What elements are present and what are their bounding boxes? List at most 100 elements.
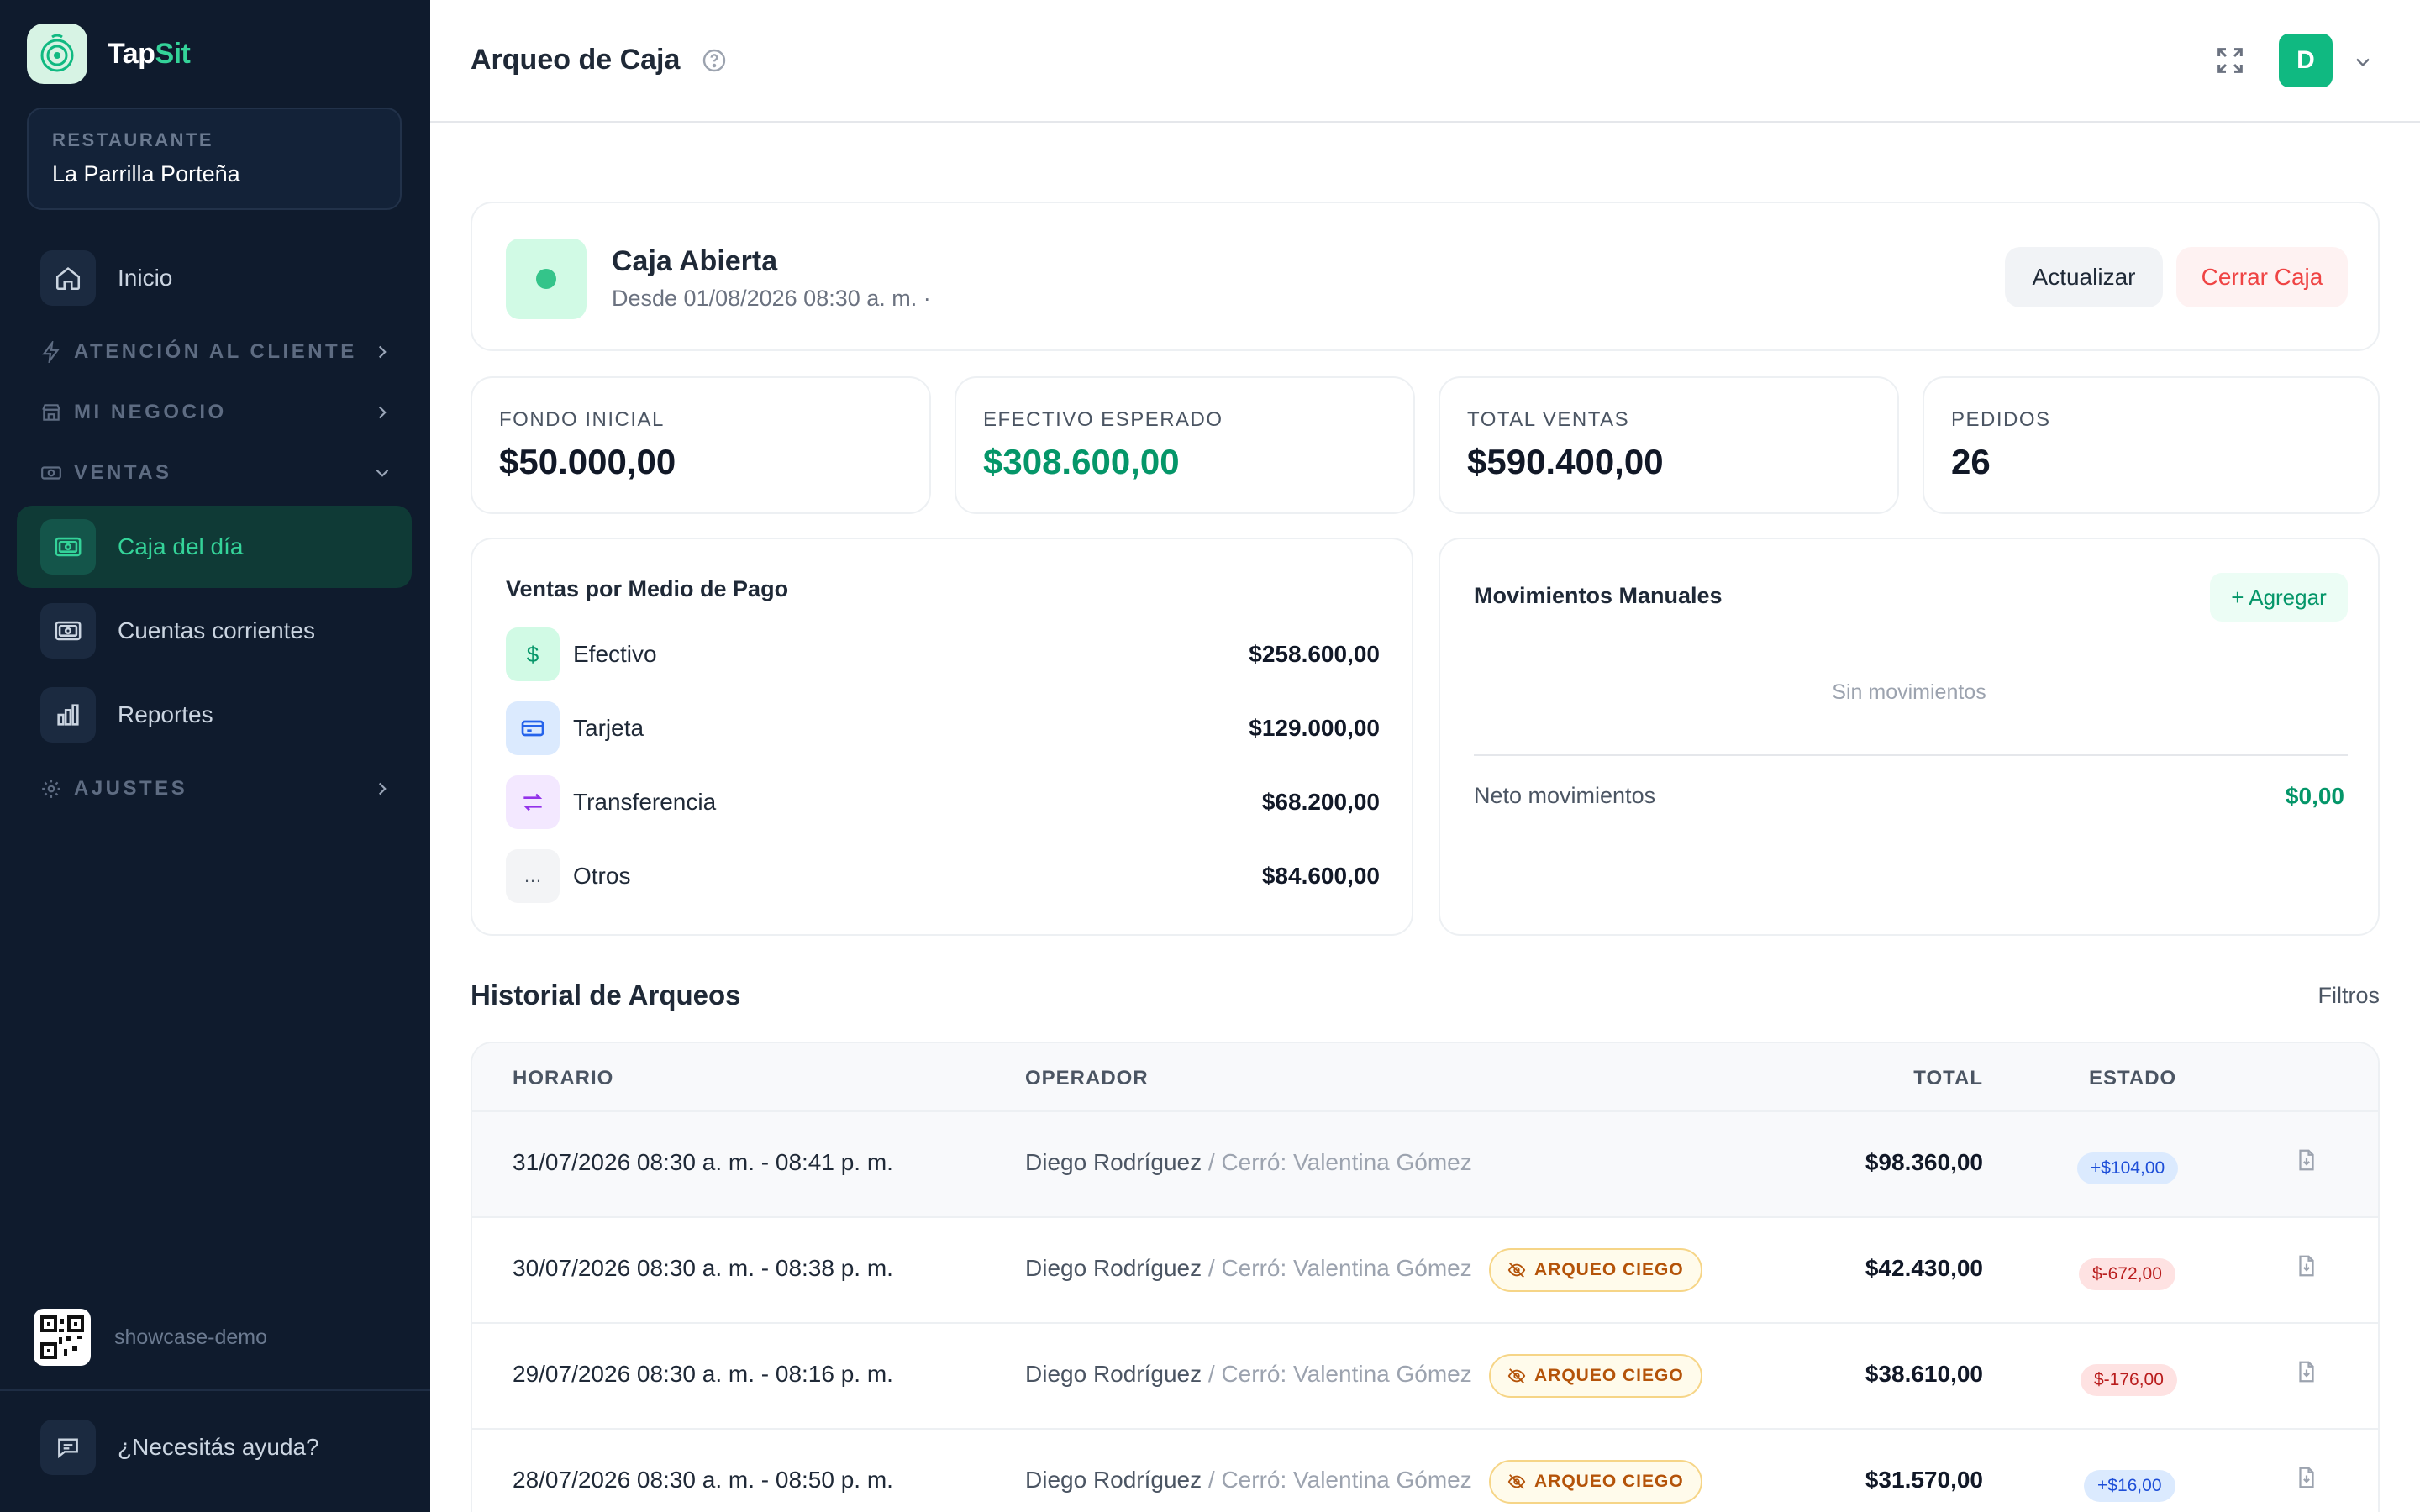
top-header: Arqueo de Caja D — [430, 0, 2420, 123]
stat-value: $308.600,00 — [983, 442, 1180, 481]
difference-badge: $-176,00 — [2081, 1364, 2177, 1396]
sidebar-section-business-label: MI NEGOCIO — [74, 401, 227, 423]
row-time: 28/07/2026 08:30 a. m. - 08:50 p. m. — [513, 1467, 893, 1493]
stat-card-expected-cash: EFECTIVO ESPERADO $308.600,00 — [955, 376, 1415, 514]
brand[interactable]: TapSit — [27, 24, 191, 84]
column-header-total[interactable]: TOTAL — [1913, 1067, 1983, 1090]
eye-off-icon — [1507, 1263, 1526, 1278]
add-movement-button[interactable]: + Agregar — [2210, 573, 2348, 622]
table-row[interactable]: 28/07/2026 08:30 a. m. - 08:50 p. m. Die… — [472, 1430, 2378, 1512]
payment-row-card: Tarjeta $129.000,00 — [506, 701, 1380, 756]
net-movements-value: $0,00 — [2285, 783, 2344, 809]
restaurant-selector[interactable]: RESTAURANTE La Parrilla Porteña — [27, 108, 402, 210]
sidebar-section-settings[interactable]: AJUSTES — [40, 772, 393, 806]
blind-count-label: ARQUEO CIEGO — [1534, 1472, 1684, 1491]
payment-amount: $84.600,00 — [1261, 863, 1380, 889]
restaurant-label: RESTAURANTE — [52, 129, 214, 150]
payment-label: Efectivo — [573, 641, 657, 667]
sidebar-item-reports[interactable]: Reportes — [17, 674, 412, 756]
row-time: 30/07/2026 08:30 a. m. - 08:38 p. m. — [513, 1255, 893, 1281]
row-total: $31.570,00 — [1865, 1467, 1983, 1493]
row-total: $38.610,00 — [1865, 1361, 1983, 1387]
help-circle-icon[interactable] — [701, 47, 728, 78]
demo-account-label: showcase-demo — [114, 1325, 268, 1349]
table-row[interactable]: 30/07/2026 08:30 a. m. - 08:38 p. m. Die… — [472, 1218, 2378, 1324]
blind-count-tag: ARQUEO CIEGO — [1489, 1248, 1702, 1292]
status-dot-icon — [536, 269, 556, 289]
payment-methods-card: Ventas por Medio de Pago $ Efectivo $258… — [471, 538, 1413, 936]
document-download-icon[interactable] — [2294, 1253, 2319, 1283]
sidebar-section-settings-label: AJUSTES — [74, 777, 188, 800]
table-row[interactable]: 29/07/2026 08:30 a. m. - 08:16 p. m. Die… — [472, 1324, 2378, 1430]
brand-name: TapSit — [108, 37, 191, 71]
row-operator: Diego Rodríguez / Cerró: Valentina Gómez — [1025, 1149, 1472, 1176]
table-header: HORARIO OPERADOR TOTAL ESTADO — [472, 1043, 2378, 1112]
closed-by: / Cerró: Valentina Gómez — [1207, 1255, 1472, 1281]
payment-label: Tarjeta — [573, 715, 644, 741]
demo-account[interactable]: showcase-demo — [34, 1309, 267, 1366]
chevron-down-icon — [376, 469, 389, 477]
column-header-operator[interactable]: OPERADOR — [1025, 1067, 1149, 1090]
sidebar-section-sales[interactable]: VENTAS — [40, 456, 393, 490]
difference-badge: $-672,00 — [2079, 1258, 2175, 1290]
blind-count-tag: ARQUEO CIEGO — [1489, 1354, 1702, 1398]
sidebar-item-accounts-label: Cuentas corrientes — [118, 617, 316, 643]
blind-count-label: ARQUEO CIEGO — [1534, 1260, 1684, 1279]
chat-icon — [40, 1420, 96, 1475]
avatar[interactable]: D — [2279, 34, 2333, 87]
filters-button[interactable]: Filtros — [2318, 983, 2381, 1009]
sidebar-section-sales-label: VENTAS — [74, 461, 172, 484]
stat-label: FONDO INICIAL — [499, 408, 665, 431]
stat-label: PEDIDOS — [1951, 408, 2051, 431]
transfer-icon — [506, 775, 560, 829]
page-title: Arqueo de Caja — [471, 44, 681, 76]
bar-chart-icon — [40, 687, 96, 743]
manual-movements-card: Movimientos Manuales + Agregar Sin movim… — [1439, 538, 2380, 936]
history-table: HORARIO OPERADOR TOTAL ESTADO 31/07/2026… — [471, 1042, 2380, 1512]
dollar-icon: $ — [506, 627, 560, 681]
fullscreen-icon[interactable] — [2213, 44, 2247, 81]
payment-amount: $68.200,00 — [1261, 789, 1380, 815]
sidebar-item-home[interactable]: Inicio — [17, 237, 412, 319]
closed-by: / Cerró: Valentina Gómez — [1207, 1361, 1472, 1387]
payment-label: Otros — [573, 863, 631, 889]
sidebar-section-business[interactable]: MI NEGOCIO — [40, 396, 393, 429]
payment-row-transfer: Transferencia $68.200,00 — [506, 774, 1380, 830]
operator-name: Diego Rodríguez — [1025, 1361, 1202, 1387]
store-icon — [42, 404, 60, 421]
help-button[interactable]: ¿Necesitás ayuda? — [40, 1420, 319, 1475]
stat-card-total-sales: TOTAL VENTAS $590.400,00 — [1439, 376, 1899, 514]
status-subtitle: Desde 01/08/2026 08:30 a. m. · — [612, 286, 931, 311]
sidebar-item-accounts[interactable]: Cuentas corrientes — [17, 590, 412, 672]
help-label: ¿Necesitás ayuda? — [118, 1434, 319, 1460]
document-download-icon[interactable] — [2294, 1147, 2319, 1177]
sidebar-item-cash-day[interactable]: Caja del día — [17, 506, 412, 588]
sidebar-item-home-label: Inicio — [118, 265, 173, 291]
status-indicator — [506, 239, 587, 319]
cash-register-icon — [40, 519, 96, 575]
chevron-down-icon[interactable] — [2351, 50, 2375, 78]
credit-card-icon — [506, 701, 560, 755]
update-button[interactable]: Actualizar — [2005, 247, 2163, 307]
row-time: 29/07/2026 08:30 a. m. - 08:16 p. m. — [513, 1361, 893, 1387]
document-download-icon[interactable] — [2294, 1465, 2319, 1494]
payment-row-cash: $ Efectivo $258.600,00 — [506, 627, 1380, 682]
row-operator: Diego Rodríguez / Cerró: Valentina Gómez — [1025, 1255, 1472, 1282]
difference-badge: +$16,00 — [2084, 1470, 2175, 1502]
row-total: $42.430,00 — [1865, 1255, 1983, 1281]
brand-name-part1: Tap — [108, 37, 155, 70]
operator-name: Diego Rodríguez — [1025, 1255, 1202, 1281]
column-header-status[interactable]: ESTADO — [2089, 1067, 2176, 1090]
document-download-icon[interactable] — [2294, 1359, 2319, 1389]
table-row[interactable]: 31/07/2026 08:30 a. m. - 08:41 p. m. Die… — [472, 1112, 2378, 1218]
difference-badge: +$104,00 — [2077, 1152, 2179, 1184]
sidebar-section-attention[interactable]: ATENCIÓN AL CLIENTE — [40, 335, 393, 369]
close-cash-button[interactable]: Cerrar Caja — [2176, 247, 2348, 307]
row-time: 31/07/2026 08:30 a. m. - 08:41 p. m. — [513, 1149, 893, 1175]
home-icon — [40, 250, 96, 306]
column-header-time[interactable]: HORARIO — [513, 1067, 613, 1090]
manual-movements-title: Movimientos Manuales — [1474, 583, 1723, 608]
stat-value: $50.000,00 — [499, 442, 676, 481]
chevron-right-icon — [378, 782, 387, 795]
blind-count-label: ARQUEO CIEGO — [1534, 1366, 1684, 1385]
